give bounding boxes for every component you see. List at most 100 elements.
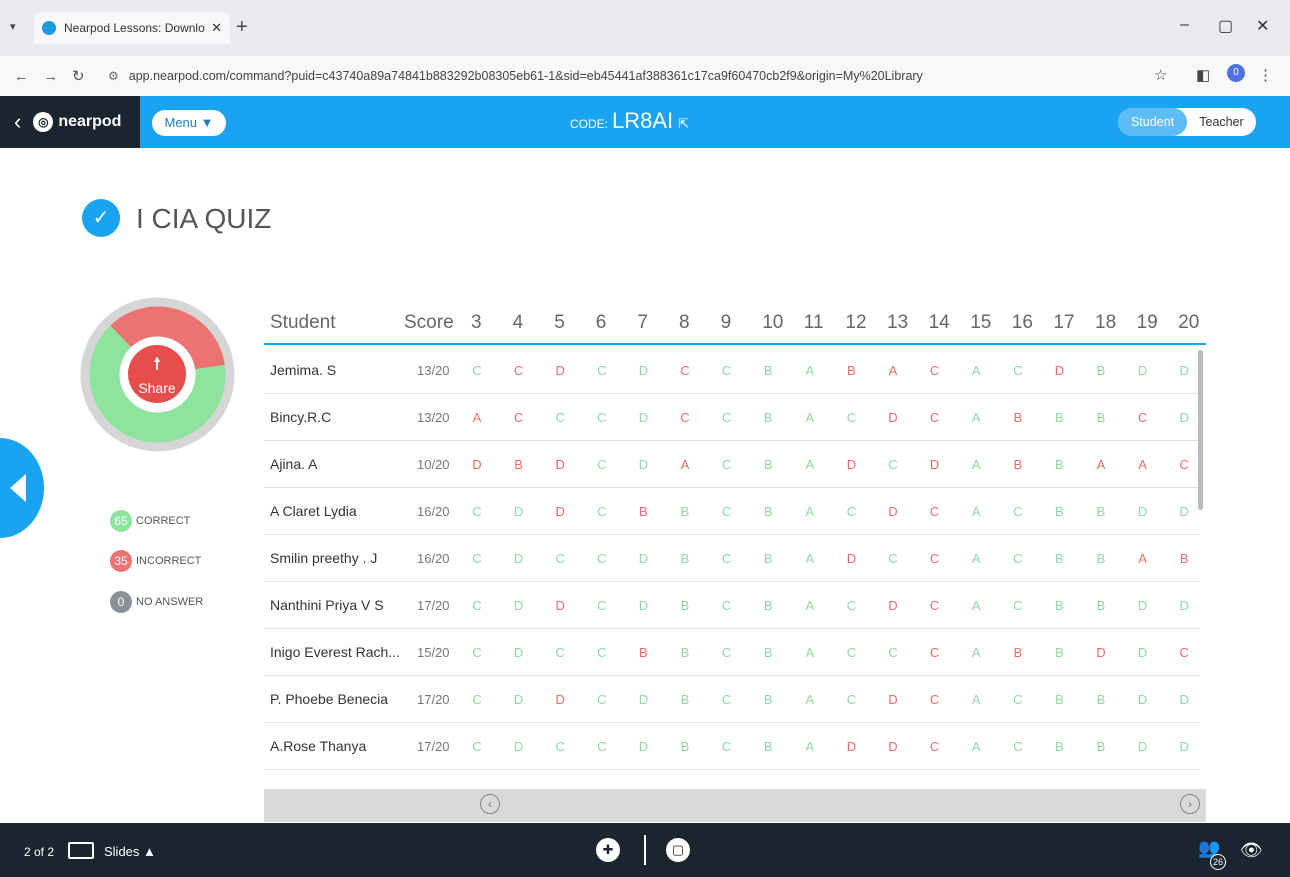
question-column-header[interactable]: 4 [513,312,524,334]
answer-cell[interactable]: B [1049,645,1069,660]
answer-cell[interactable]: C [509,410,529,425]
answer-cell[interactable]: A [966,692,986,707]
answer-cell[interactable]: C [717,692,737,707]
answer-cell[interactable]: C [925,504,945,519]
answer-cell[interactable]: A [800,504,820,519]
answer-cell[interactable]: C [467,504,487,519]
answer-cell[interactable]: D [550,504,570,519]
question-column-header[interactable]: 15 [970,312,991,334]
preview-eye-icon[interactable]: 👁 [1240,840,1263,861]
student-row[interactable]: A Claret Lydia 16/20 C D D C B B C B A C D C A C B B D D [264,488,1200,535]
answer-cell[interactable]: C [1008,739,1028,754]
answer-cell[interactable]: A [966,363,986,378]
answer-cell[interactable]: D [883,598,903,613]
answer-cell[interactable]: B [758,692,778,707]
answer-cell[interactable]: D [550,598,570,613]
answer-cell[interactable]: D [1174,504,1194,519]
student-row[interactable]: Ajina. A 10/20 D B D C D A C B A D C D A B B A A C [264,441,1200,488]
restore-icon[interactable]: ▢ [1218,16,1233,36]
answer-cell[interactable]: C [592,551,612,566]
answer-cell[interactable]: C [925,551,945,566]
answer-cell[interactable]: C [717,457,737,472]
answer-cell[interactable]: D [1174,739,1194,754]
answer-cell[interactable]: D [1133,645,1153,660]
slides-toggle[interactable]: Slides ▲ [104,844,156,859]
answer-cell[interactable]: C [509,363,529,378]
add-activity-icon[interactable]: ✚ [596,838,620,862]
answer-cell[interactable]: D [509,504,529,519]
answer-cell[interactable]: B [1091,739,1111,754]
open-external-icon[interactable]: ⇱ [678,116,689,132]
answer-cell[interactable]: C [841,645,861,660]
answer-cell[interactable]: A [883,363,903,378]
answer-cell[interactable]: C [841,504,861,519]
minimize-icon[interactable]: – [1180,16,1189,34]
student-row[interactable]: Inigo Everest Rach... 15/20 C D C C B B C B A C C C A B… [264,629,1200,676]
student-row[interactable]: Jemima. S 13/20 C C D C D C C B A B A C A C D B D D [264,347,1200,394]
answer-cell[interactable]: B [1091,504,1111,519]
answer-cell[interactable]: C [1133,410,1153,425]
answer-cell[interactable]: B [1008,410,1028,425]
answer-cell[interactable]: A [966,645,986,660]
slides-panel-icon[interactable] [68,842,94,859]
answer-cell[interactable]: A [966,551,986,566]
answer-cell[interactable]: D [1133,598,1153,613]
score-column-header[interactable]: Score [404,312,454,334]
question-column-header[interactable]: 10 [762,312,783,334]
answer-cell[interactable]: B [1091,363,1111,378]
back-chevron-icon[interactable]: ‹ [14,109,21,135]
answer-cell[interactable]: A [966,457,986,472]
answer-cell[interactable]: A [800,598,820,613]
answer-cell[interactable]: D [1174,363,1194,378]
url-field[interactable]: ⚙ app.nearpod.com/command?puid=c43740a89… [108,62,1158,90]
answer-cell[interactable]: D [1174,410,1194,425]
answer-cell[interactable]: B [633,645,653,660]
question-column-header[interactable]: 12 [845,312,866,334]
answer-cell[interactable]: D [633,598,653,613]
side-panel-icon[interactable]: ◧ [1196,66,1210,84]
answer-cell[interactable]: A [1133,551,1153,566]
answer-cell[interactable]: D [509,645,529,660]
results-table[interactable]: Student Score 3 4 5 6 7 8 9 10 11 12 13 14 15 16 17 18 1… [264,300,1206,820]
answer-cell[interactable]: C [467,645,487,660]
answer-cell[interactable]: A [966,598,986,613]
question-column-header[interactable]: 19 [1137,312,1158,334]
answer-cell[interactable]: B [633,504,653,519]
answer-cell[interactable]: C [592,645,612,660]
question-column-header[interactable]: 13 [887,312,908,334]
student-row[interactable]: Nanthini Priya V S 17/20 C D D C D B C B A C D C A C B B D… [264,582,1200,629]
answer-cell[interactable]: C [925,410,945,425]
answer-cell[interactable]: B [1049,692,1069,707]
question-column-header[interactable]: 5 [554,312,565,334]
answer-cell[interactable]: B [1049,739,1069,754]
answer-cell[interactable]: D [509,692,529,707]
role-teacher-option[interactable]: Teacher [1187,108,1256,136]
role-toggle[interactable]: Student Teacher [1118,108,1256,136]
answer-cell[interactable]: C [467,739,487,754]
answer-cell[interactable]: D [925,457,945,472]
answer-cell[interactable]: C [717,410,737,425]
answer-cell[interactable]: D [883,692,903,707]
answer-cell[interactable]: C [592,598,612,613]
answer-cell[interactable]: D [883,739,903,754]
menu-button[interactable]: Menu ▼ [152,110,226,136]
bookmark-star-icon[interactable]: ☆ [1154,66,1167,84]
answer-cell[interactable]: A [800,363,820,378]
question-column-header[interactable]: 9 [721,312,732,334]
question-column-header[interactable]: 14 [929,312,950,334]
answer-cell[interactable]: C [1174,457,1194,472]
answer-cell[interactable]: A [800,457,820,472]
answer-cell[interactable]: D [1174,692,1194,707]
answer-cell[interactable]: C [550,645,570,660]
answer-cell[interactable]: B [675,598,695,613]
answer-cell[interactable]: C [1174,645,1194,660]
answer-cell[interactable]: A [966,504,986,519]
previous-slide-button[interactable] [0,438,44,538]
answer-cell[interactable]: D [633,410,653,425]
answer-cell[interactable]: C [1008,692,1028,707]
horizontal-scrollbar[interactable]: ‹ › [264,789,1206,822]
answer-cell[interactable]: A [800,692,820,707]
answer-cell[interactable]: D [550,363,570,378]
answer-cell[interactable]: C [592,739,612,754]
answer-cell[interactable]: D [841,457,861,472]
